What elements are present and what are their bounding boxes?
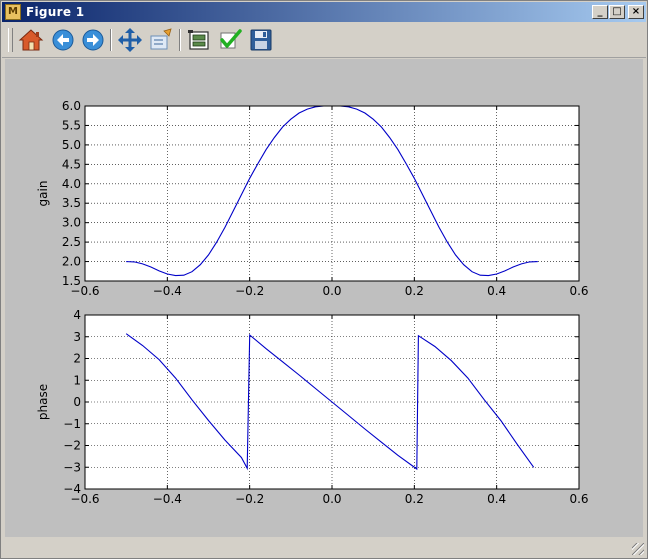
title-bar[interactable]: M Figure 1 _ □ × xyxy=(2,2,646,22)
y-tick-label: 4.0 xyxy=(62,177,81,191)
y-tick-label: 3.5 xyxy=(62,196,81,210)
y-tick-label: 6.0 xyxy=(62,99,81,113)
y-tick-label: −2 xyxy=(63,439,81,453)
x-tick-label: −0.4 xyxy=(153,284,182,298)
home-icon xyxy=(18,29,44,51)
x-tick-label: −0.2 xyxy=(235,284,264,298)
forward-button[interactable] xyxy=(80,27,106,53)
x-tick-label: 0.4 xyxy=(487,492,506,506)
y-tick-label: 3 xyxy=(73,330,81,344)
gain-axis-label: gain xyxy=(36,181,50,207)
toolbar-grip[interactable] xyxy=(8,28,13,52)
arrow-right-icon xyxy=(82,29,104,51)
y-tick-label: 2 xyxy=(73,352,81,366)
x-tick-label: 0.0 xyxy=(322,492,341,506)
y-tick-label: −1 xyxy=(63,417,81,431)
status-bar xyxy=(2,539,646,557)
resize-grip[interactable] xyxy=(632,543,644,555)
phase-axis-label: phase xyxy=(36,384,50,420)
y-tick-label: 5.0 xyxy=(62,138,81,152)
maximize-button[interactable]: □ xyxy=(609,5,625,19)
arrow-left-icon xyxy=(52,29,74,51)
back-button[interactable] xyxy=(50,27,76,53)
x-tick-label: −0.4 xyxy=(153,492,182,506)
x-tick-label: 0.2 xyxy=(405,284,424,298)
close-button[interactable]: × xyxy=(628,5,644,19)
toolbar-separator xyxy=(110,29,112,51)
y-tick-label: 3.0 xyxy=(62,216,81,230)
figure-plot: −0.6 −0.4 −0.2 0.0 0.2 0.4 0.61.52.02.53.03.54… xyxy=(36,99,589,506)
subplots-icon xyxy=(188,30,209,50)
toolbar-separator xyxy=(179,29,181,51)
y-tick-label: 0 xyxy=(73,395,81,409)
zoom-rect-icon xyxy=(150,28,172,50)
matplotlib-app-icon: M xyxy=(5,4,21,20)
checkmark-icon xyxy=(220,29,242,49)
y-tick-label: 5.5 xyxy=(62,118,81,132)
x-tick-label: 0.4 xyxy=(487,284,506,298)
window-title: Figure 1 xyxy=(26,5,85,19)
navigation-toolbar xyxy=(2,23,646,58)
y-tick-label: 1.5 xyxy=(62,274,81,288)
minimize-button[interactable]: _ xyxy=(592,5,608,19)
home-button[interactable] xyxy=(18,27,44,53)
y-tick-label: 1 xyxy=(73,373,81,387)
y-tick-label: −3 xyxy=(63,460,81,474)
save-button[interactable] xyxy=(248,27,274,53)
edit-button[interactable] xyxy=(217,27,243,53)
figure-canvas[interactable]: −0.6 −0.4 −0.2 0.0 0.2 0.4 0.6 1.5 2.0 2.5 3.0 3.5 4… xyxy=(5,59,643,537)
y-tick-label: −4 xyxy=(63,482,81,496)
x-tick-label: 0.6 xyxy=(569,492,588,506)
pan-button[interactable] xyxy=(117,27,143,53)
y-tick-label: 2.5 xyxy=(62,235,81,249)
x-tick-label: −0.2 xyxy=(235,492,264,506)
move-icon xyxy=(118,28,142,52)
floppy-disk-icon xyxy=(250,29,272,51)
x-tick-label: 0.0 xyxy=(322,284,341,298)
zoom-button[interactable] xyxy=(148,27,174,53)
figure-window: M Figure 1 _ □ × −0.6 −0.4 −0.2 0.0 0.2 … xyxy=(0,0,648,559)
y-tick-label: 2.0 xyxy=(62,255,81,269)
y-tick-label: 4.5 xyxy=(62,157,81,171)
y-tick-label: 4 xyxy=(73,308,81,322)
x-tick-label: 0.6 xyxy=(569,284,588,298)
x-tick-label: 0.2 xyxy=(405,492,424,506)
subplots-button[interactable] xyxy=(186,27,212,53)
